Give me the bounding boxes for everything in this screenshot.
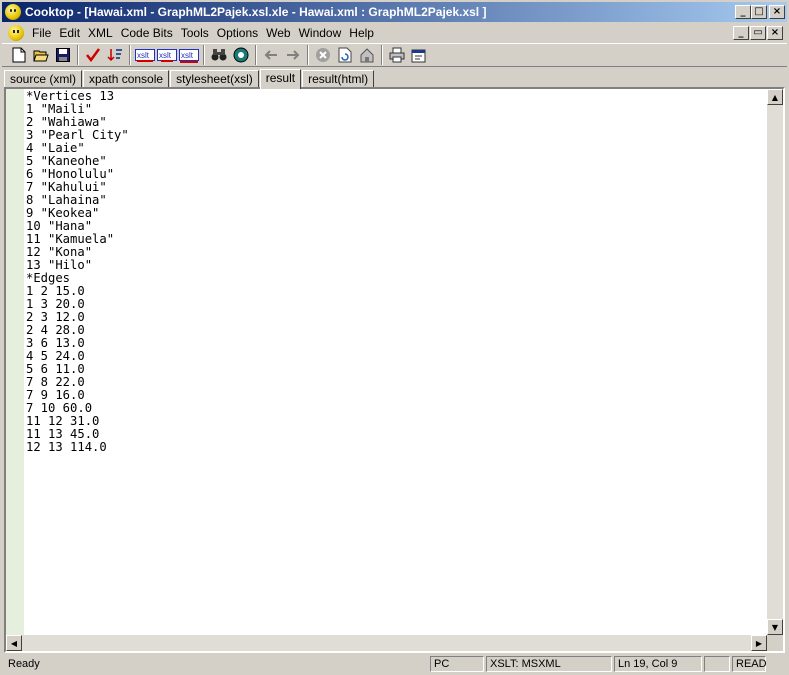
back-arrow-icon[interactable]	[260, 44, 282, 66]
result-text[interactable]: *Vertices 13 1 "Maili" 2 "Wahiawa" 3 "Pearl…	[26, 90, 129, 454]
xslt-icon-2[interactable]: xslt	[156, 44, 178, 66]
menu-code-bits[interactable]: Code Bits	[117, 24, 177, 42]
cooktop-logo-icon[interactable]	[5, 4, 21, 20]
scroll-left-icon[interactable]: ◀	[6, 635, 22, 651]
properties-icon[interactable]	[408, 44, 430, 66]
binoculars-icon[interactable]	[208, 44, 230, 66]
toolbar-separator	[203, 45, 205, 65]
result-editor[interactable]: *Vertices 13 1 "Maili" 2 "Wahiawa" 3 "Pearl…	[4, 87, 785, 653]
toolbar-separator	[381, 45, 383, 65]
sort-icon[interactable]	[104, 44, 126, 66]
menu-web[interactable]: Web	[262, 24, 294, 42]
maximize-button[interactable]: □	[751, 5, 767, 19]
status-mode: PC	[430, 656, 484, 672]
vertical-scrollbar[interactable]: ▲ ▼	[767, 89, 783, 635]
refresh-icon[interactable]	[334, 44, 356, 66]
tab-xpath-console[interactable]: xpath console	[83, 70, 170, 88]
window-title: Cooktop - [Hawai.xml - GraphML2Pajek.xsl…	[25, 5, 487, 19]
close-button[interactable]: ×	[769, 5, 785, 19]
status-position: Ln 19, Col 9	[614, 656, 702, 672]
menu-edit[interactable]: Edit	[55, 24, 84, 42]
svg-text:xslt: xslt	[137, 51, 150, 60]
horizontal-scrollbar[interactable]: ◀ ▶	[6, 635, 767, 651]
doc-restore-button[interactable]: ▭	[750, 26, 766, 40]
svg-text:xslt: xslt	[159, 51, 172, 60]
menu-options[interactable]: Options	[213, 24, 262, 42]
scroll-down-icon[interactable]: ▼	[767, 619, 783, 635]
document-tabs: source (xml) xpath console stylesheet(xs…	[4, 68, 375, 89]
menu-tools[interactable]: Tools	[177, 24, 213, 42]
tab-source-xml[interactable]: source (xml)	[4, 70, 83, 88]
toolbar-separator	[307, 45, 309, 65]
svg-text:xslt: xslt	[181, 51, 194, 60]
home-icon[interactable]	[356, 44, 378, 66]
status-ready: Ready	[8, 658, 40, 670]
toolbar-separator	[77, 45, 79, 65]
editor-line: 12 13 114.0	[26, 440, 107, 454]
scroll-right-icon[interactable]: ▶	[751, 635, 767, 651]
open-folder-icon[interactable]	[30, 44, 52, 66]
tab-stylesheet-xsl[interactable]: stylesheet(xsl)	[170, 70, 259, 88]
toolbar-separator	[255, 45, 257, 65]
check-icon[interactable]	[82, 44, 104, 66]
menu-file[interactable]: File	[28, 24, 55, 42]
editor-gutter	[6, 89, 24, 635]
doc-close-button[interactable]: ×	[767, 26, 783, 40]
toolbar: xslt xslt xslt	[2, 43, 787, 67]
document-window-controls: _ ▭ ×	[732, 26, 783, 40]
tab-result-html[interactable]: result(html)	[302, 70, 375, 88]
status-read: READ	[732, 656, 767, 672]
stop-icon[interactable]	[312, 44, 334, 66]
globe-icon[interactable]	[230, 44, 252, 66]
menu-help[interactable]: Help	[345, 24, 378, 42]
doc-minimize-button[interactable]: _	[733, 26, 749, 40]
status-engine: XSLT: MSXML	[486, 656, 612, 672]
forward-arrow-icon[interactable]	[282, 44, 304, 66]
xslt-icon-3[interactable]: xslt	[178, 44, 200, 66]
title-bar: Cooktop - [Hawai.xml - GraphML2Pajek.xsl…	[2, 2, 787, 22]
minimize-button[interactable]: _	[735, 5, 751, 19]
tab-result[interactable]: result	[259, 69, 302, 89]
scroll-up-icon[interactable]: ▲	[767, 89, 783, 105]
status-blank	[704, 656, 730, 672]
print-icon[interactable]	[386, 44, 408, 66]
menu-bar: File Edit XML Code Bits Tools Options We…	[2, 23, 787, 43]
status-bar: Ready PC XSLT: MSXML Ln 19, Col 9 READ	[2, 655, 787, 673]
save-icon[interactable]	[52, 44, 74, 66]
toolbar-separator	[129, 45, 131, 65]
new-file-icon[interactable]	[8, 44, 30, 66]
xslt-icon-1[interactable]: xslt	[134, 44, 156, 66]
scroll-corner	[767, 635, 783, 651]
menu-window[interactable]: Window	[295, 24, 346, 42]
menu-xml[interactable]: XML	[84, 24, 117, 42]
window-controls: _ □ ×	[735, 5, 785, 19]
document-menu-icon[interactable]	[8, 25, 24, 41]
